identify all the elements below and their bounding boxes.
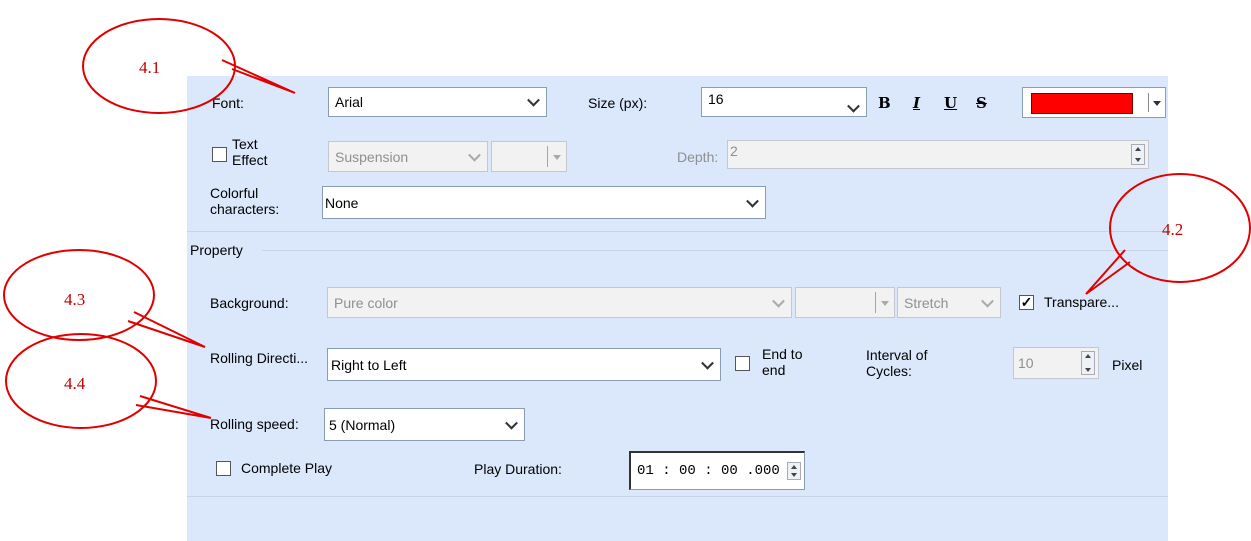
callout-label-4-3: 4.3: [64, 290, 85, 309]
callout-label-4-4: 4.4: [64, 374, 86, 393]
callout-pointer: [135, 395, 212, 419]
callout-pointer: [127, 311, 206, 348]
callout-label-4-2: 4.2: [1162, 220, 1183, 239]
callout-label-4-1: 4.1: [139, 58, 160, 77]
callout-pointer: [1085, 249, 1131, 295]
callout-annotations: 4.1 4.2 4.3 4.4: [3, 18, 1251, 429]
